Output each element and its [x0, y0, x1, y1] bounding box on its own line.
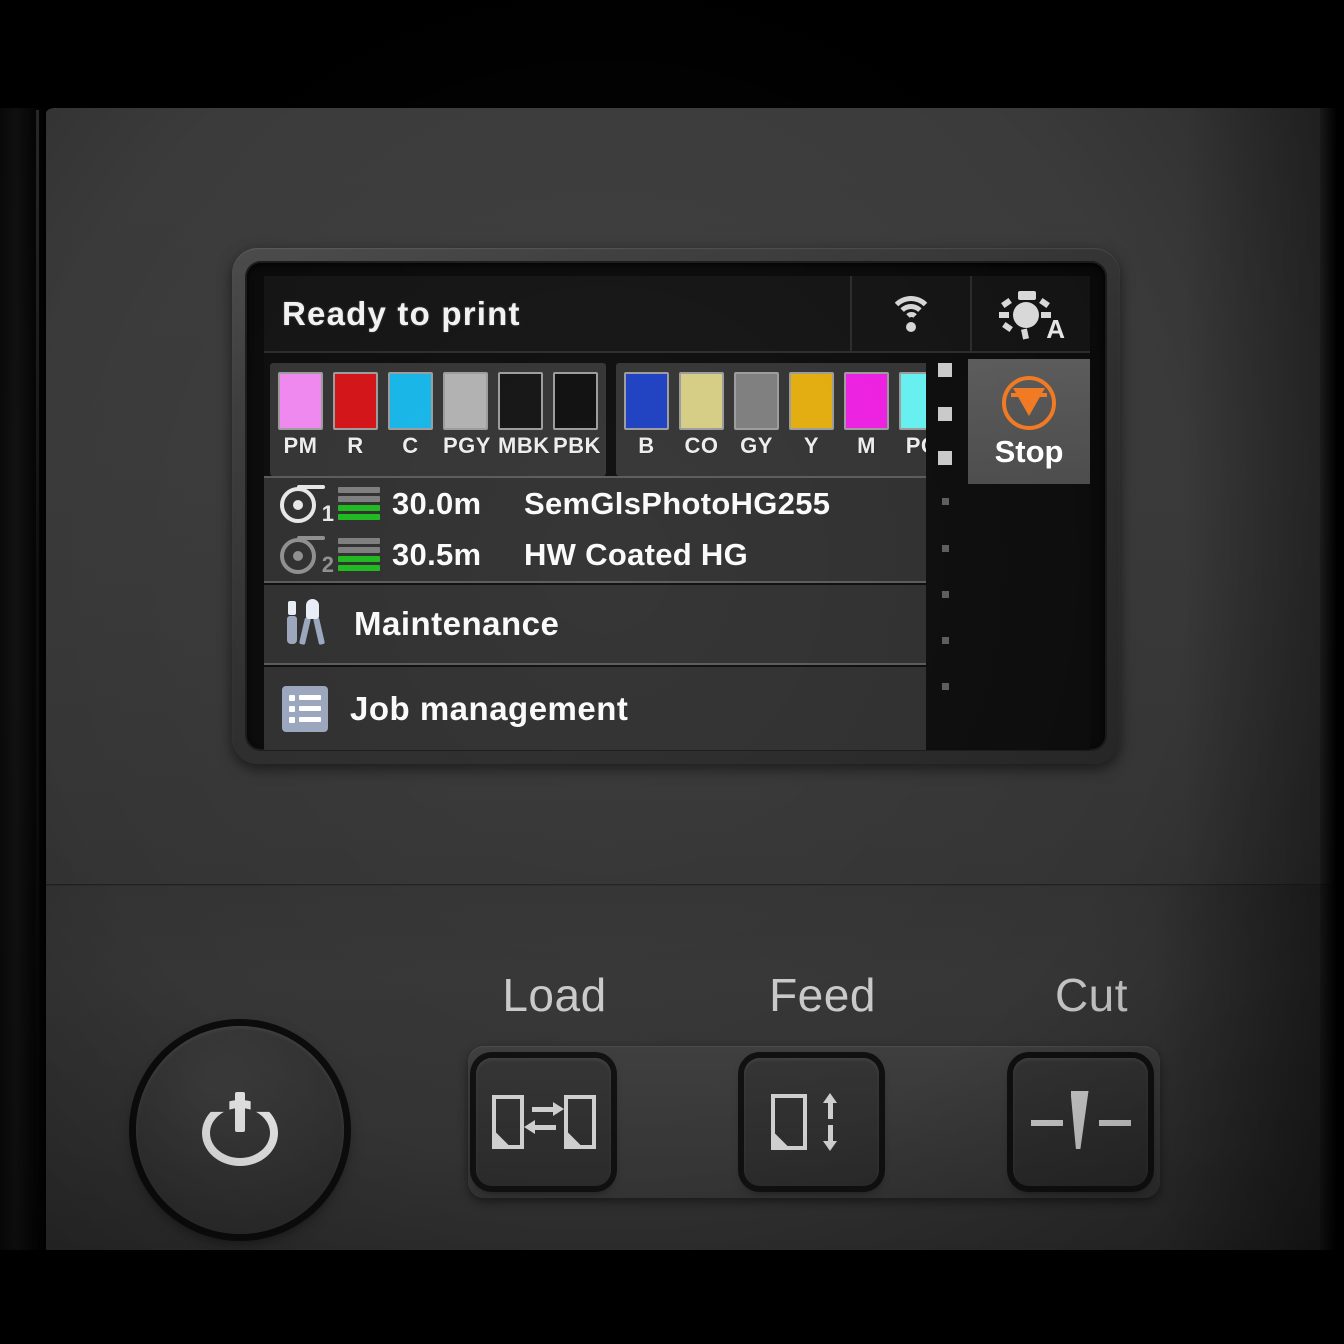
ink-label-b: B	[638, 433, 655, 458]
list-icon	[282, 686, 328, 732]
ink-label-gy: GY	[740, 433, 773, 458]
roll-2-icon: 2	[280, 534, 334, 577]
ink-status-area[interactable]: PM R C PGY MBK PBK B CO GY Y M PC	[264, 355, 952, 476]
ink-slot-y[interactable]: Y	[789, 372, 834, 459]
power-icon	[202, 1092, 278, 1168]
roll-1-icon: 1	[280, 483, 334, 526]
menu-item-maintenance[interactable]: Maintenance	[264, 585, 926, 665]
ink-slot-pm[interactable]: PM	[278, 372, 323, 459]
left-edge-highlight	[36, 110, 39, 1250]
ink-label-pgy: PGY	[443, 433, 491, 458]
network-status-button[interactable]	[850, 276, 970, 351]
lamp-auto-icon: A	[999, 290, 1065, 342]
ink-chip-co	[679, 372, 724, 430]
lcd-content: PM R C PGY MBK PBK B CO GY Y M PC 1 30.0…	[264, 355, 1090, 750]
load-button[interactable]	[476, 1058, 611, 1186]
ink-chip-r	[333, 372, 378, 430]
roll-1-level-gauge	[338, 487, 380, 520]
menu-item-job-management[interactable]: Job management	[264, 667, 926, 750]
ink-slot-pgy[interactable]: PGY	[443, 372, 491, 459]
ink-group-right[interactable]: B CO GY Y M PC	[616, 363, 952, 476]
roll-2-length: 30.5m	[392, 536, 482, 572]
ink-chip-pgy	[443, 372, 488, 430]
ink-label-pbk: PBK	[553, 433, 601, 458]
lcd-screen[interactable]: Ready to print A PM R C PGY MBK PBK B CO…	[264, 276, 1090, 750]
media-status-area: 1 30.0m SemGlsPhotoHG255 2 30.5m HW Coat…	[264, 476, 926, 583]
feed-media-icon	[770, 1091, 853, 1153]
ink-slot-m[interactable]: M	[844, 372, 889, 459]
roll-1-length: 30.0m	[392, 485, 482, 521]
lcd-list-column: PM R C PGY MBK PBK B CO GY Y M PC 1 30.0…	[264, 355, 952, 750]
ink-label-r: R	[347, 433, 364, 458]
left-edge-rail	[0, 108, 46, 1252]
cut-button-caption: Cut	[1054, 969, 1129, 1021]
stop-button-label: Stop	[994, 434, 1064, 469]
menu-label-job-management: Job management	[350, 690, 629, 727]
ink-label-m: M	[857, 433, 876, 458]
ink-slot-r[interactable]: R	[333, 372, 378, 459]
ink-slot-gy[interactable]: GY	[734, 372, 779, 459]
ink-slot-b[interactable]: B	[624, 372, 669, 459]
ink-chip-b	[624, 372, 669, 430]
media-row-roll-2[interactable]: 2 30.5m HW Coated HG	[264, 529, 926, 580]
ink-label-pm: PM	[283, 433, 318, 458]
roll-1-number: 1	[321, 500, 334, 526]
media-row-roll-1[interactable]: 1 30.0m SemGlsPhotoHG255	[264, 478, 926, 529]
ink-chip-mbk	[498, 372, 543, 430]
printer-control-panel: Ready to print A PM R C PGY MBK PBK B CO…	[0, 0, 1344, 1344]
ink-label-mbk: MBK	[498, 433, 550, 458]
bottom-background	[0, 1250, 1344, 1344]
ink-group-left[interactable]: PM R C PGY MBK PBK	[270, 363, 606, 476]
lamp-auto-label: A	[1046, 313, 1065, 344]
status-bar: Ready to print A	[264, 276, 1090, 353]
ink-slot-pbk[interactable]: PBK	[553, 372, 601, 459]
ink-chip-pbk	[553, 372, 598, 430]
load-media-icon	[491, 1093, 596, 1151]
roll-2-level-gauge	[338, 538, 380, 571]
lcd-side-column: Stop	[926, 355, 1090, 750]
ink-chip-m	[844, 372, 889, 430]
ink-slot-c[interactable]: C	[388, 372, 433, 459]
ink-chip-gy	[734, 372, 779, 430]
feed-button[interactable]	[744, 1058, 879, 1186]
power-button[interactable]	[136, 1026, 344, 1234]
tools-icon	[282, 599, 332, 649]
right-edge-shadow	[1320, 0, 1344, 1344]
roll-2-number: 2	[321, 551, 334, 577]
ink-label-y: Y	[803, 433, 820, 458]
menu-label-maintenance: Maintenance	[354, 605, 560, 642]
roll-2-media-name: HW Coated HG	[524, 536, 749, 572]
stop-sign-icon	[1002, 376, 1056, 430]
wifi-icon	[886, 294, 936, 334]
load-button-caption: Load	[502, 969, 607, 1021]
top-background	[0, 0, 1344, 108]
feed-button-caption: Feed	[769, 969, 876, 1021]
ink-label-c: C	[402, 433, 419, 458]
scroll-indicator[interactable]	[936, 363, 958, 743]
ink-chip-c	[388, 372, 433, 430]
status-message: Ready to print	[282, 294, 521, 332]
stop-button[interactable]: Stop	[968, 359, 1090, 484]
ink-slot-co[interactable]: CO	[679, 372, 724, 459]
ink-slot-mbk[interactable]: MBK	[498, 372, 550, 459]
roll-1-media-name: SemGlsPhotoHG255	[524, 485, 831, 521]
ink-chip-y	[789, 372, 834, 430]
cut-media-icon	[1030, 1091, 1131, 1153]
cut-button[interactable]	[1013, 1058, 1148, 1186]
lamp-auto-button[interactable]: A	[970, 276, 1090, 351]
ink-label-co: CO	[684, 433, 719, 458]
ink-chip-pm	[278, 372, 323, 430]
